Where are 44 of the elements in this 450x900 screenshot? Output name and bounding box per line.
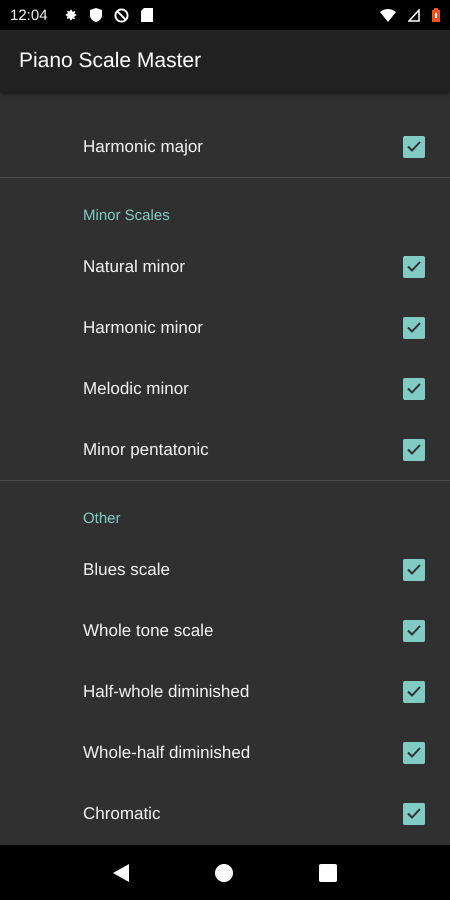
scale-label: Minor pentatonic: [83, 440, 210, 460]
home-icon[interactable]: [215, 864, 233, 882]
scale-label: Whole-half diminished: [83, 742, 252, 762]
scale-label: Blues scale: [83, 560, 171, 580]
checkbox[interactable]: [403, 620, 425, 642]
wifi-icon: [380, 8, 396, 22]
checkbox[interactable]: [403, 802, 425, 824]
checkbox[interactable]: [403, 378, 425, 400]
back-icon[interactable]: [113, 864, 129, 882]
checkmark-icon: [407, 747, 421, 758]
signal-icon: [408, 8, 420, 22]
checkbox[interactable]: [403, 256, 425, 278]
clock-time: 12:04: [10, 6, 48, 24]
checkbox[interactable]: [403, 438, 425, 460]
blocked-icon: [114, 8, 129, 22]
scale-label: Whole tone scale: [83, 620, 214, 640]
checkbox[interactable]: [403, 136, 425, 158]
checkmark-icon: [407, 686, 421, 697]
checkbox[interactable]: [403, 316, 425, 338]
recents-icon[interactable]: [319, 864, 337, 882]
app-title: Piano Scale Master: [19, 49, 202, 73]
checkbox[interactable]: [403, 558, 425, 580]
checkmark-icon: [407, 444, 421, 455]
checkmark-icon: [407, 261, 421, 272]
scale-label: Half-whole diminished: [83, 682, 250, 702]
battery-icon: [432, 8, 440, 22]
scale-label: Chromatic: [83, 804, 162, 824]
section-header: Minor Scales: [83, 207, 170, 224]
checkmark-icon: [407, 383, 421, 394]
checkmark-icon: [407, 141, 421, 152]
section-header: Other: [83, 510, 121, 527]
checkbox[interactable]: [403, 680, 425, 702]
checkmark-icon: [407, 564, 421, 575]
checkmark-icon: [407, 322, 421, 333]
sd-card-icon: [140, 8, 153, 22]
scale-label: Natural minor: [83, 256, 186, 276]
scale-label: Harmonic major: [83, 136, 204, 156]
scale-label: Harmonic minor: [83, 318, 204, 338]
shield-icon: [90, 8, 102, 22]
checkmark-icon: [407, 625, 421, 636]
checkmark-icon: [407, 808, 421, 819]
checkbox[interactable]: [403, 742, 425, 764]
gear-icon: [64, 8, 78, 22]
scale-label: Melodic minor: [83, 378, 190, 398]
